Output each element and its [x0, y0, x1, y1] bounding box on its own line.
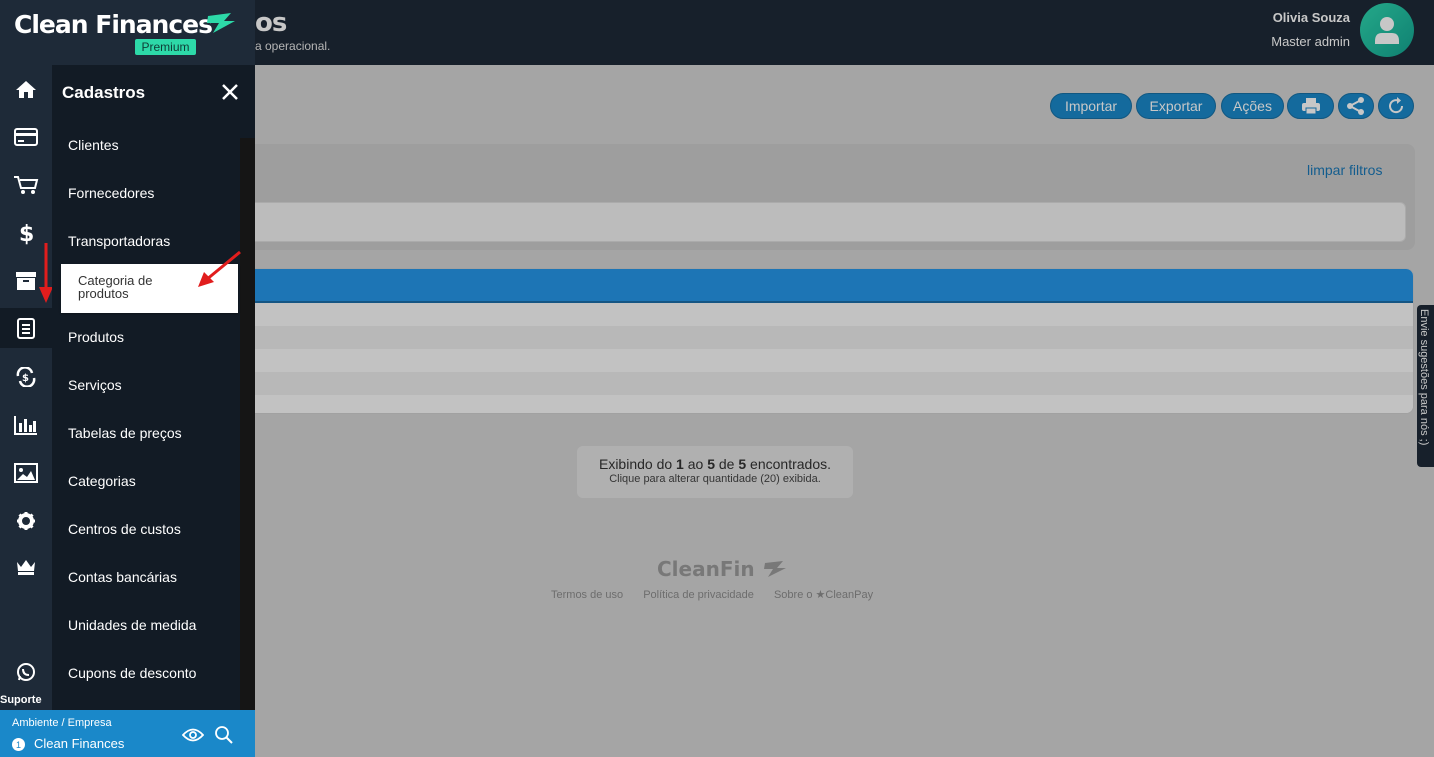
credit-card-icon — [14, 128, 38, 146]
menu-item-clientes[interactable]: Clientes — [68, 137, 119, 153]
dollar-icon: $ — [19, 222, 34, 245]
environment-label: Ambiente / Empresa — [12, 717, 112, 729]
brand-name[interactable]: Clean Finances — [14, 10, 213, 39]
nav-settings[interactable] — [0, 501, 52, 541]
menu-item-categorias[interactable]: Categorias — [68, 473, 136, 489]
menu-item-unidades-medida[interactable]: Unidades de medida — [68, 617, 196, 633]
eye-icon[interactable] — [182, 727, 204, 743]
nav-cart[interactable] — [0, 165, 52, 205]
nav-reports[interactable] — [0, 405, 52, 445]
submenu-scrollbar[interactable] — [240, 138, 255, 710]
nav-registers[interactable] — [0, 308, 52, 348]
brand-logo-icon — [207, 13, 235, 33]
menu-item-cupons-desconto[interactable]: Cupons de desconto — [68, 665, 196, 681]
close-icon — [222, 84, 238, 100]
nav-cards[interactable] — [0, 117, 52, 157]
menu-item-fornecedores[interactable]: Fornecedores — [68, 185, 154, 201]
submenu-title: Cadastros — [62, 83, 146, 102]
annotation-arrow — [198, 250, 241, 287]
nav-transfers[interactable]: $ — [0, 357, 52, 397]
environment-value[interactable]: Clean Finances — [34, 736, 124, 751]
environment-number: 1 — [12, 738, 25, 751]
premium-badge: Premium — [135, 39, 196, 55]
register-icon — [17, 318, 35, 339]
image-icon — [14, 463, 38, 483]
menu-item-produtos[interactable]: Produtos — [68, 329, 124, 345]
nav-home[interactable] — [0, 69, 52, 109]
cart-icon — [14, 176, 39, 194]
search-icon[interactable] — [214, 725, 234, 745]
svg-text:$: $ — [19, 222, 34, 245]
menu-item-tabelas-precos[interactable]: Tabelas de preços — [68, 425, 182, 441]
close-button[interactable] — [218, 80, 242, 104]
brand-area: Clean Finances Premium — [0, 0, 255, 65]
gear-icon — [17, 512, 35, 530]
chart-icon — [14, 416, 37, 435]
menu-item-centros-custos[interactable]: Centros de custos — [68, 521, 181, 537]
nav-premium[interactable] — [0, 547, 52, 587]
archive-icon — [16, 272, 36, 290]
svg-text:$: $ — [22, 373, 29, 384]
menu-item-contas-bancarias[interactable]: Contas bancárias — [68, 569, 177, 585]
nav-gallery[interactable] — [0, 453, 52, 493]
icon-rail: $ $ Suporte — [0, 65, 53, 710]
transfer-icon: $ — [16, 367, 36, 387]
support-label: Suporte — [0, 694, 42, 706]
menu-item-transportadoras[interactable]: Transportadoras — [68, 233, 170, 249]
whatsapp-icon — [17, 663, 35, 681]
home-icon — [16, 81, 36, 98]
menu-item-label: Categoria de produtos — [78, 273, 153, 301]
modal-backdrop[interactable] — [255, 0, 1434, 757]
nav-whatsapp[interactable] — [0, 652, 52, 692]
environment-bar: Ambiente / Empresa 1 Clean Finances — [0, 710, 255, 757]
crown-icon — [17, 560, 35, 575]
submenu-panel: Cadastros Clientes Fornecedores Transpor… — [52, 65, 255, 710]
menu-item-servicos[interactable]: Serviços — [68, 377, 122, 393]
